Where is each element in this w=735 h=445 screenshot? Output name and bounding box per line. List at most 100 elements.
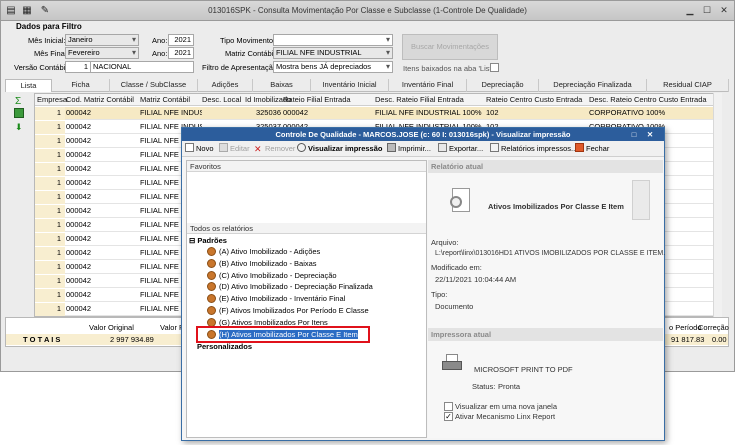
- mes-final-select[interactable]: Fevereiro: [65, 47, 139, 59]
- ano-final-input[interactable]: 2021: [168, 47, 194, 59]
- arrow-down-icon[interactable]: ⬇: [15, 122, 23, 133]
- table-cell: FILIAL NFE INDUSTRIAL: [140, 108, 202, 117]
- table-cell: 000042: [66, 220, 92, 229]
- table-cell: 000042: [66, 262, 92, 271]
- print-preview-dialog: Controle De Qualidade - MARCOS.JOSE (c: …: [181, 127, 665, 441]
- nova-janela-checkbox[interactable]: [444, 402, 453, 411]
- table-cell: 102: [486, 108, 499, 117]
- grid-vertical-scrollbar[interactable]: [713, 93, 722, 317]
- tab-depreciacao[interactable]: Depreciação: [467, 79, 539, 92]
- novo-button[interactable]: Novo: [185, 143, 214, 155]
- tipo-movimento-select[interactable]: [273, 34, 393, 46]
- versao-label: Versão Contábil:: [14, 63, 70, 72]
- table-cell: 000042: [66, 248, 92, 257]
- buscar-movimentacoes-button[interactable]: Buscar Movimentações: [402, 34, 498, 60]
- magnifier-icon: [297, 143, 306, 152]
- tab-inventario-final[interactable]: Inventário Final: [389, 79, 467, 92]
- report-icon: [207, 258, 216, 268]
- report-item[interactable]: (B) Ativo Imobilizado - Baixas: [207, 258, 317, 269]
- col-rateio-cc[interactable]: Rateio Centro Custo Entrada: [486, 94, 582, 106]
- report-item-label: (H) Ativos Imobilizados Por Classe E Ite…: [219, 329, 358, 339]
- tab-adicoes[interactable]: Adições: [198, 79, 253, 92]
- itens-baixados-checkbox[interactable]: [490, 63, 499, 72]
- mecanismo-checkbox[interactable]: ✓: [444, 412, 453, 421]
- table-cell: 000042: [66, 122, 92, 131]
- filtro-apresentacao-select[interactable]: Mostra bens JÁ depreciados: [273, 61, 393, 73]
- report-item[interactable]: (C) Ativo Imobilizado - Depreciação: [207, 270, 337, 281]
- report-item[interactable]: (A) Ativo Imobilizado - Adições: [207, 246, 320, 257]
- printer-large-icon: [442, 354, 462, 374]
- tab-residual-ciap[interactable]: Residual CIAP: [647, 79, 729, 92]
- col-desc-local[interactable]: Desc. Local: [202, 94, 241, 106]
- tree-personalizados[interactable]: Personalizados: [197, 341, 252, 352]
- dialog-title: Controle De Qualidade - MARCOS.JOSE (c: …: [182, 128, 664, 141]
- report-item-label: (B) Ativo Imobilizado - Baixas: [219, 258, 317, 268]
- minimize-icon[interactable]: ▁: [684, 5, 696, 16]
- editar-button[interactable]: Editar: [219, 143, 250, 155]
- mecanismo-label: Ativar Mecanismo Linx Report: [455, 412, 556, 421]
- favoritos-header: Favoritos: [187, 161, 426, 172]
- printer-name: MICROSOFT PRINT TO PDF: [474, 365, 573, 374]
- imprimir-button[interactable]: Imprimir...: [387, 143, 431, 155]
- ano-inicial-label: Ano:: [152, 36, 168, 45]
- table-cell: 000042: [66, 164, 92, 173]
- tab-ficha[interactable]: Ficha: [52, 79, 110, 92]
- dialog-close-icon[interactable]: ✕: [644, 128, 656, 141]
- versao-num-input[interactable]: 1: [65, 61, 91, 73]
- report-item[interactable]: (E) Ativo Imobilizado - Inventário Final: [207, 293, 345, 304]
- table-cell: 1: [56, 290, 61, 299]
- mes-inicial-select[interactable]: Janeiro: [65, 34, 139, 46]
- col-desc-rateio-filial[interactable]: Desc. Rateio Filial Entrada: [375, 94, 464, 106]
- table-cell: 1: [56, 248, 61, 257]
- matriz-select[interactable]: FILIAL NFE INDUSTRIAL: [273, 47, 393, 59]
- tab-classe-subclasse[interactable]: Classe / SubClasse: [110, 79, 198, 92]
- tab-lista[interactable]: Lista: [5, 79, 52, 92]
- report-item-label: (A) Ativo Imobilizado - Adições: [219, 247, 321, 256]
- table-cell: FILIAL NFE INDUSTRIAL 100%: [375, 108, 482, 117]
- table-cell: 000042: [66, 276, 92, 285]
- table-cell: 1: [56, 262, 61, 271]
- col-matriz[interactable]: Matriz Contábil: [140, 94, 190, 106]
- periodo-total: 91 817.83: [671, 335, 705, 344]
- impressora-atual-header: Impressora atual: [428, 328, 663, 341]
- table-row[interactable]: 1000042FILIAL NFE INDUSTRIAL325036000042…: [35, 107, 715, 120]
- fechar-button[interactable]: Fechar: [575, 143, 609, 155]
- relatorios-impressos-button[interactable]: Relatórios impressos...: [490, 143, 577, 155]
- remover-button[interactable]: ✕ Remover: [254, 143, 295, 155]
- table-cell: 1: [56, 234, 61, 243]
- dialog-restore-icon[interactable]: □: [628, 128, 640, 141]
- report-item[interactable]: (D) Ativo Imobilizado - Depreciação Fina…: [207, 281, 373, 292]
- table-cell: 000042: [66, 206, 92, 215]
- modificado-value: 22/11/2021 10:04:44 AM: [435, 275, 517, 284]
- close-icon[interactable]: ✕: [718, 5, 730, 16]
- col-rateio-filial[interactable]: Rateio Filial Entrada: [283, 94, 351, 106]
- maximize-icon[interactable]: ☐: [701, 5, 713, 16]
- col-desc-rateio-cc[interactable]: Desc. Rateio Centro Custo Entrada: [589, 94, 707, 106]
- tipo-label: Tipo:: [431, 290, 448, 299]
- sum-icon[interactable]: Σ: [15, 96, 21, 107]
- tab-inventario-inicial[interactable]: Inventário Inicial: [311, 79, 389, 92]
- table-cell: 000042: [66, 304, 92, 313]
- edit-icon: [219, 143, 228, 152]
- tab-depreciacao-finalizada[interactable]: Depreciação Finalizada: [539, 79, 647, 92]
- tree-padroes[interactable]: ⊟ Padrões: [189, 235, 227, 246]
- tipo-movimento-label: Tipo Movimento:: [220, 36, 276, 45]
- report-item[interactable]: (G) Ativos Imobilizados Por Itens: [207, 317, 328, 328]
- filtro-apresentacao-label: Filtro de Apresentação:: [202, 63, 280, 72]
- export-icon[interactable]: [14, 108, 24, 118]
- visualizar-button[interactable]: Visualizar impressão: [297, 143, 382, 155]
- matriz-label: Matriz Contábil:: [225, 49, 278, 58]
- grid-header: Empresa Cod. Matriz Contábil Matriz Cont…: [35, 94, 715, 106]
- report-item-selected[interactable]: (H) Ativos Imobilizados Por Classe E Ite…: [196, 325, 370, 343]
- exportar-button[interactable]: Exportar...: [438, 143, 483, 155]
- tab-baixas[interactable]: Baixas: [253, 79, 311, 92]
- table-cell: 1: [56, 136, 61, 145]
- versao-name-field: NACIONAL: [90, 61, 194, 73]
- report-item[interactable]: (F) Ativos Imobilizados Por Período E Cl…: [207, 305, 369, 316]
- col-empresa[interactable]: Empresa: [37, 94, 67, 106]
- ano-inicial-input[interactable]: 2021: [168, 34, 194, 46]
- table-cell: 000042: [66, 136, 92, 145]
- col-cod-matriz[interactable]: Cod. Matriz Contábil: [66, 94, 134, 106]
- table-cell: 1: [56, 150, 61, 159]
- table-cell: 000042: [66, 178, 92, 187]
